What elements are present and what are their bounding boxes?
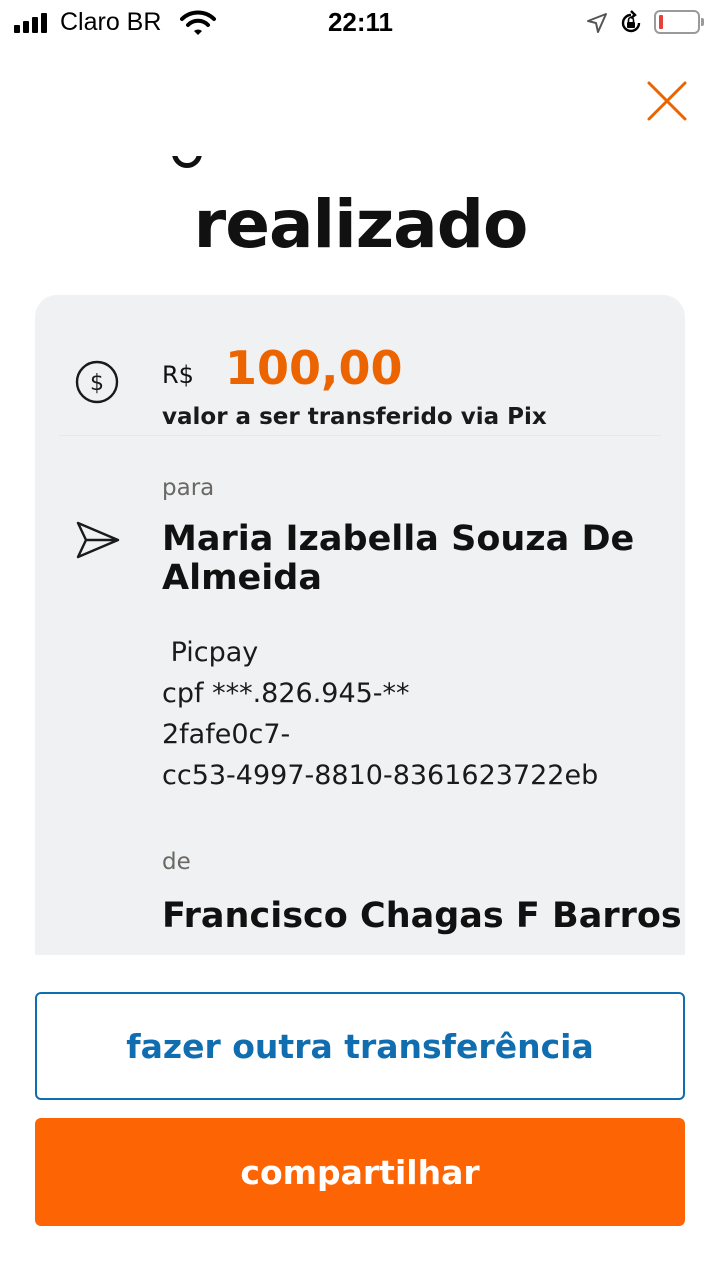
transfer-amount: 100,00 — [225, 341, 403, 395]
recipient-details: Picpay cpf ***.826.945-** 2fafe0c7- cc53… — [162, 632, 598, 796]
pix-key-line-2: cc53-4997-8810-8361623722eb — [162, 760, 599, 791]
sender-name: Francisco Chagas F Barros — [162, 896, 682, 936]
title-cutoff-glyph — [172, 156, 204, 172]
close-icon[interactable] — [644, 78, 690, 124]
status-time: 22:11 — [327, 7, 394, 37]
share-button[interactable]: compartilhar — [35, 1118, 685, 1226]
transfer-summary-card: $ R$ 100,00 valor a ser transferido via … — [35, 295, 685, 955]
recipient-name: Maria Izabella Souza De Almeida — [162, 519, 635, 598]
amount-description: valor a ser transferido via Pix — [162, 404, 547, 430]
status-bar: Claro BR 22:11 — [0, 0, 721, 48]
divider — [59, 435, 661, 436]
recipient-cpf: cpf ***.826.945-** — [162, 678, 410, 709]
battery-low-icon — [654, 10, 704, 34]
dollar-coin-icon: $ — [75, 360, 119, 404]
location-arrow-icon — [587, 13, 607, 33]
svg-text:$: $ — [90, 371, 104, 396]
another-transfer-button[interactable]: fazer outra transferência — [35, 992, 685, 1100]
send-arrow-icon — [76, 521, 120, 559]
recipient-bank: Picpay — [162, 637, 259, 668]
recipient-label: para — [162, 475, 215, 501]
currency-symbol: R$ — [162, 361, 194, 389]
sender-label: de — [162, 849, 191, 875]
pix-key-line-1: 2fafe0c7- — [162, 719, 291, 750]
page-title: realizado — [193, 186, 529, 263]
orientation-lock-icon — [621, 10, 641, 33]
